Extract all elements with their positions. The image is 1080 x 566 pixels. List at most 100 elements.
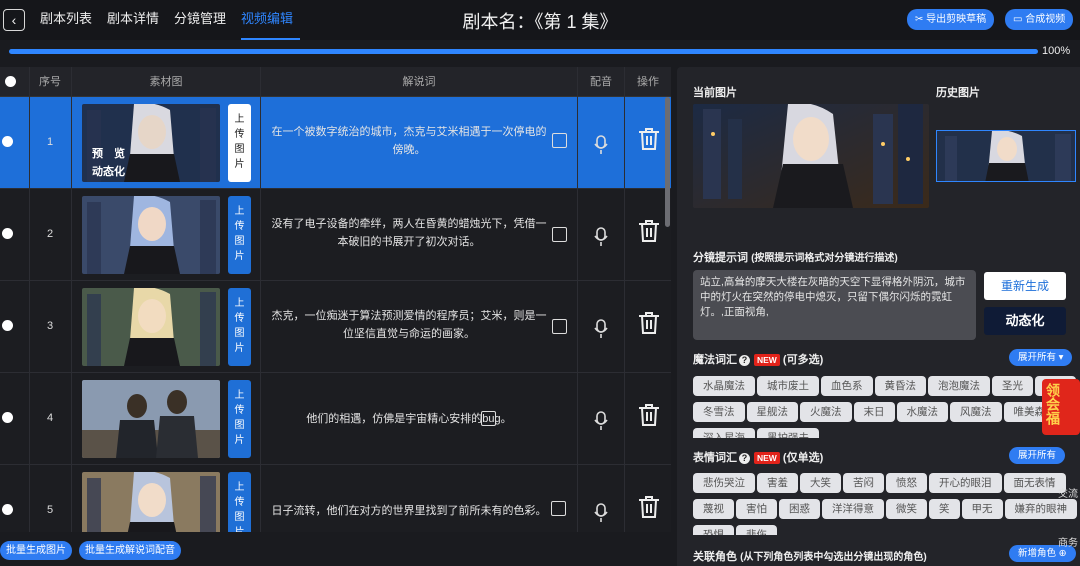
- tag-chip[interactable]: 困惑: [779, 499, 820, 519]
- animate-label[interactable]: 动态化: [92, 163, 125, 179]
- help-icon[interactable]: ?: [739, 354, 750, 366]
- history-image-thumb[interactable]: [936, 130, 1076, 182]
- export-draft-button[interactable]: ✂ 导出剪映草稿: [907, 9, 995, 30]
- upload-image-button[interactable]: 上传图片: [228, 104, 251, 182]
- tag-chip[interactable]: 害羞: [757, 473, 798, 493]
- edit-icon[interactable]: [481, 411, 496, 426]
- prompt-hint: (按照提示词格式对分镜进行描述): [751, 253, 898, 264]
- export-draft-label: 导出剪映草稿: [926, 14, 987, 25]
- progress-bar: [9, 49, 1038, 54]
- tag-chip[interactable]: 黄昏法: [874, 376, 926, 396]
- tag-chip[interactable]: 城市废土: [757, 376, 819, 396]
- add-role-label: 新增角色: [1018, 548, 1057, 559]
- batch-generate-audio-button[interactable]: 批量生成解说词配音: [79, 541, 181, 560]
- tag-chip[interactable]: 恐惧: [693, 525, 734, 535]
- tag-chip[interactable]: 害怕: [736, 499, 777, 519]
- gift-text: 领会福: [1045, 383, 1061, 425]
- tag-chip[interactable]: 悲伤哭泣: [693, 473, 755, 493]
- row-radio[interactable]: [2, 228, 13, 239]
- video-icon: ▭: [1013, 14, 1023, 25]
- tag-chip[interactable]: 愤怒: [886, 473, 927, 493]
- row-index: 3: [46, 320, 54, 332]
- table-row[interactable]: 2 上传图片 没有了电子设备的牵绊，两人在昏黄的蜡烛光下，凭借一本破旧的书展开了…: [0, 189, 671, 281]
- compose-video-button[interactable]: ▭ 合成视频: [1005, 9, 1074, 30]
- tag-chip[interactable]: 水晶魔法: [693, 376, 755, 396]
- tag-chip[interactable]: 圣光: [992, 376, 1033, 396]
- tag-chip[interactable]: 嫌弃的眼神: [1004, 499, 1077, 519]
- upload-image-button[interactable]: 上传图片: [228, 288, 251, 366]
- material-thumbnail[interactable]: [82, 380, 220, 458]
- gift-banner[interactable]: 领会福: [1042, 379, 1080, 435]
- tag-chip[interactable]: 甲无: [961, 499, 1003, 519]
- tag-chip[interactable]: 面无表情: [1003, 473, 1066, 493]
- table-scrollbar[interactable]: [665, 97, 670, 227]
- animate-button[interactable]: 动态化: [984, 307, 1066, 335]
- upload-image-button[interactable]: 上传图片: [228, 472, 251, 532]
- material-thumbnail[interactable]: [82, 472, 220, 532]
- trash-icon[interactable]: [638, 403, 660, 427]
- upload-image-button[interactable]: 上传图片: [228, 196, 251, 274]
- edit-icon[interactable]: [552, 133, 567, 148]
- select-all-radio[interactable]: [0, 67, 20, 97]
- row-index: 5: [46, 504, 54, 516]
- edit-icon[interactable]: [551, 501, 566, 516]
- regenerate-button[interactable]: 重新生成: [984, 272, 1066, 300]
- edit-icon[interactable]: [552, 319, 567, 334]
- trash-icon[interactable]: [638, 219, 660, 243]
- storyboard-table: 序号 素材图 解说词 配音 操作 1 预 览动态化 上传图片 在一个被数字统治的…: [0, 67, 671, 532]
- prompt-title-text: 分镜提示词: [693, 252, 748, 264]
- row-radio[interactable]: [2, 136, 13, 147]
- tag-chip[interactable]: 蔑视: [693, 499, 734, 519]
- tag-chip[interactable]: 大笑: [800, 473, 841, 493]
- magic-expand-button[interactable]: 展开所有 ▾: [1009, 349, 1073, 366]
- table-row[interactable]: 4 上传图片 他们的相遇，仿佛是宇宙精心安排的bug。: [0, 373, 671, 465]
- row-radio[interactable]: [2, 412, 13, 423]
- tag-chip[interactable]: 冬雪法: [693, 402, 745, 422]
- edit-icon[interactable]: [552, 227, 567, 242]
- table-row[interactable]: 5 上传图片 日子流转，他们在对方的世界里找到了前所未有的色彩。: [0, 465, 671, 532]
- tag-chip[interactable]: 开心的眼泪: [929, 473, 1002, 493]
- header-index: 序号: [39, 76, 61, 88]
- microphone-icon[interactable]: [594, 227, 608, 247]
- tag-chip[interactable]: 水魔法: [896, 402, 948, 422]
- tag-chip[interactable]: 泡泡魔法: [928, 376, 990, 396]
- business-label[interactable]: 商务: [1058, 534, 1078, 549]
- tag-chip[interactable]: 苦闷: [843, 473, 884, 493]
- batch-generate-images-button[interactable]: 批量生成图片: [0, 541, 72, 560]
- microphone-icon[interactable]: [594, 319, 608, 339]
- upload-image-button[interactable]: 上传图片: [228, 380, 251, 458]
- microphone-icon[interactable]: [594, 135, 608, 155]
- tag-chip[interactable]: 火魔法: [800, 402, 852, 422]
- row-radio[interactable]: [2, 504, 13, 515]
- tag-chip[interactable]: 星舰法: [746, 402, 798, 422]
- row-index: 1: [46, 136, 54, 148]
- table-row[interactable]: 1 预 览动态化 上传图片 在一个被数字统治的城市，杰克与艾米相遇于一次停电的傍…: [0, 97, 671, 189]
- tag-chip[interactable]: 微笑: [886, 499, 927, 519]
- trash-icon[interactable]: [638, 127, 660, 151]
- material-thumbnail[interactable]: [82, 288, 220, 366]
- tag-chip[interactable]: 深入星海: [693, 428, 755, 438]
- preview-label[interactable]: 预 览: [92, 145, 125, 161]
- trash-icon[interactable]: [638, 311, 660, 335]
- magic-words-title: 魔法词汇? NEW (可多选): [693, 351, 823, 367]
- caret-down-icon: ▾: [1058, 352, 1064, 363]
- help-icon[interactable]: ?: [739, 452, 750, 464]
- microphone-icon[interactable]: [594, 503, 608, 523]
- tag-chip[interactable]: 洋洋得意: [822, 499, 884, 519]
- microphone-icon[interactable]: [594, 411, 608, 431]
- tag-chip[interactable]: 悲伤: [736, 525, 777, 535]
- chat-label[interactable]: 交流: [1058, 485, 1078, 500]
- tag-chip[interactable]: 末日: [853, 402, 895, 422]
- scissors-icon: ✂: [915, 14, 924, 25]
- tag-chip[interactable]: 笑: [929, 499, 960, 519]
- emotion-expand-button[interactable]: 展开所有: [1009, 447, 1066, 464]
- tag-chip[interactable]: 风魔法: [950, 402, 1002, 422]
- new-badge: NEW: [754, 354, 780, 367]
- table-row[interactable]: 3 上传图片 杰克，一位痴迷于算法预测爱情的程序员；艾米，则是一位坚信直觉与命运…: [0, 281, 671, 373]
- row-radio[interactable]: [2, 320, 13, 331]
- tag-chip[interactable]: 黑护强夫: [757, 428, 819, 438]
- tag-chip[interactable]: 血色系: [821, 376, 873, 396]
- material-thumbnail[interactable]: [82, 196, 220, 274]
- prompt-textarea[interactable]: 站立,高耸的摩天大楼在灰暗的天空下显得格外阴沉，城市中的灯火在突然的停电中熄灭，…: [693, 270, 976, 340]
- trash-icon[interactable]: [638, 495, 660, 519]
